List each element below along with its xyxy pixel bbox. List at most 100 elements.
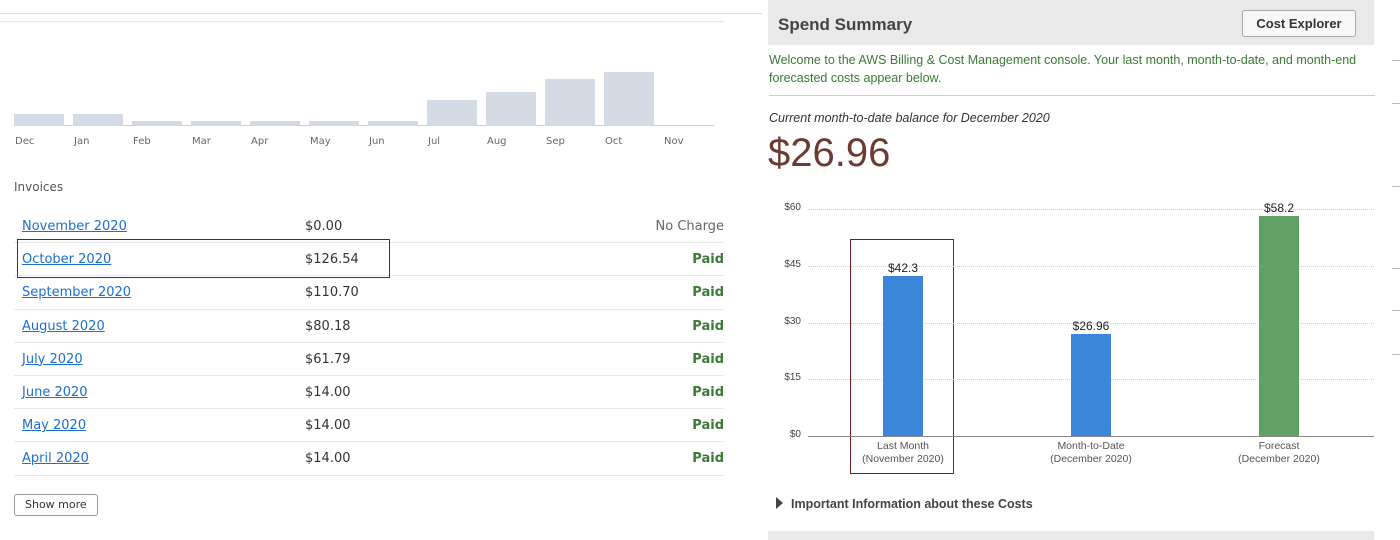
monthly-bar-label: Feb xyxy=(133,136,151,147)
next-section-header xyxy=(768,531,1374,540)
invoice-status: Paid xyxy=(692,252,724,268)
top-divider-secondary xyxy=(0,21,724,22)
category-label-line: Last Month xyxy=(877,440,929,452)
monthly-bar xyxy=(427,100,477,126)
invoice-row: September 2020 $110.70 Paid xyxy=(14,276,724,310)
invoice-month-link[interactable]: November 2020 xyxy=(22,219,127,234)
category-label-line: (December 2020) xyxy=(1050,453,1132,465)
monthly-bar-label: Sep xyxy=(546,136,565,147)
invoice-month-link[interactable]: June 2020 xyxy=(22,385,88,400)
monthly-bar-label: Dec xyxy=(15,136,35,147)
invoice-amount: $14.00 xyxy=(305,418,351,434)
invoice-status: No Charge xyxy=(655,219,724,234)
invoice-status: Paid xyxy=(692,418,724,434)
category-label: Forecast (December 2020) xyxy=(1209,440,1349,466)
invoice-row: October 2020 $126.54 Paid xyxy=(14,243,724,277)
edge-tick xyxy=(1392,60,1400,61)
monthly-bar-label: Jan xyxy=(74,136,90,147)
invoice-month-link[interactable]: July 2020 xyxy=(22,352,83,367)
category-label: Last Month (November 2020) xyxy=(833,440,973,466)
invoice-month-link[interactable]: August 2020 xyxy=(22,319,105,334)
bar-value-label: $58.2 xyxy=(1263,200,1295,215)
y-tick-label: $45 xyxy=(784,258,801,270)
monthly-bar xyxy=(604,72,654,126)
invoice-month-link[interactable]: October 2020 xyxy=(22,252,111,267)
invoice-row: August 2020 $80.18 Paid xyxy=(14,310,724,343)
welcome-divider xyxy=(769,95,1375,96)
monthly-bar-label: Nov xyxy=(664,136,684,147)
balance-value: $26.96 xyxy=(768,131,891,175)
invoice-row: November 2020 $0.00 No Charge xyxy=(14,210,724,244)
y-tick-label: $15 xyxy=(784,372,801,384)
spend-bar xyxy=(883,275,923,436)
monthly-bar xyxy=(309,121,359,126)
invoice-status: Paid xyxy=(692,384,724,400)
balance-label: Current month-to-date balance for Decemb… xyxy=(769,111,1050,125)
spend-summary-panel: Spend Summary Cost Explorer Welcome to t… xyxy=(768,0,1375,540)
monthly-bar xyxy=(250,121,300,126)
monthly-bar-label: Apr xyxy=(251,136,269,147)
edge-tick xyxy=(1392,310,1400,311)
invoice-status: Paid xyxy=(692,351,724,367)
left-panel: Dec Jan Feb Mar Apr May Jun Jul Aug Sep Oct Nov Inv… xyxy=(0,0,762,540)
invoice-amount: $61.79 xyxy=(305,351,351,367)
category-label: Month-to-Date (December 2020) xyxy=(1021,440,1161,466)
spend-summary-title: Spend Summary xyxy=(778,15,913,34)
monthly-bar-label: Mar xyxy=(192,136,211,147)
edge-tick xyxy=(1392,354,1400,355)
invoice-table: November 2020 $0.00 No Charge October 2020 $… xyxy=(14,210,724,476)
welcome-message: Welcome to the AWS Billing & Cost Manage… xyxy=(769,53,1357,85)
invoice-month-link[interactable]: April 2020 xyxy=(22,451,89,466)
bar-value-label: $26.96 xyxy=(1072,319,1110,333)
monthly-bar-label: May xyxy=(310,136,331,147)
invoice-row: April 2020 $14.00 Paid xyxy=(14,442,724,476)
category-label-line: (December 2020) xyxy=(1238,453,1320,465)
top-divider xyxy=(0,13,762,14)
y-tick-label: $0 xyxy=(789,429,801,440)
monthly-bar-label: Jun xyxy=(369,136,385,147)
spend-bar xyxy=(1071,334,1111,436)
invoice-amount: $14.00 xyxy=(305,384,351,400)
monthly-bar xyxy=(14,114,64,126)
edge-tick xyxy=(1392,268,1400,269)
monthly-bar xyxy=(132,121,182,126)
spend-summary-chart: $0 $15 $30 $45 $60 $42.3 Last Month (November 2… xyxy=(768,195,1374,475)
important-info-toggle[interactable]: Important Information about these Costs xyxy=(776,497,1033,511)
bar-value-label: $42.3 xyxy=(887,260,919,275)
monthly-bar xyxy=(486,92,536,126)
invoices-heading: Invoices xyxy=(14,180,64,194)
cost-explorer-button[interactable]: Cost Explorer xyxy=(1242,10,1356,37)
edge-tick xyxy=(1392,186,1400,187)
caret-right-icon xyxy=(776,497,783,509)
invoice-month-link[interactable]: May 2020 xyxy=(22,418,86,433)
invoice-amount: $126.54 xyxy=(305,252,359,268)
monthly-bar xyxy=(73,114,123,126)
invoice-amount: $110.70 xyxy=(305,285,359,301)
monthly-spend-chart: Dec Jan Feb Mar Apr May Jun Jul Aug Sep Oct Nov xyxy=(14,40,714,150)
invoice-amount: $80.18 xyxy=(305,318,351,334)
invoice-row: July 2020 $61.79 Paid xyxy=(14,343,724,376)
monthly-bar xyxy=(191,121,241,126)
invoice-row: June 2020 $14.00 Paid xyxy=(14,376,724,410)
show-more-button[interactable]: Show more xyxy=(14,494,98,516)
category-label-line: Month-to-Date xyxy=(1057,440,1125,452)
monthly-bar xyxy=(368,121,418,126)
invoice-amount: $0.00 xyxy=(305,219,343,234)
important-info-label: Important Information about these Costs xyxy=(791,497,1033,511)
y-tick-label: $30 xyxy=(784,315,801,327)
category-label-line: Forecast xyxy=(1258,440,1300,452)
monthly-bar-label: Aug xyxy=(487,136,507,147)
spend-bar xyxy=(1259,215,1299,436)
category-label-line: (November 2020) xyxy=(862,453,944,465)
edge-tick xyxy=(1392,103,1400,104)
spend-summary-header: Spend Summary Cost Explorer xyxy=(768,0,1374,45)
invoice-status: Paid xyxy=(692,318,724,334)
invoice-row: May 2020 $14.00 Paid xyxy=(14,409,724,443)
monthly-bar-label: Jul xyxy=(428,136,441,147)
invoice-month-link[interactable]: September 2020 xyxy=(22,285,131,300)
y-tick-label: $60 xyxy=(784,202,801,213)
monthly-bar-label: Oct xyxy=(605,136,623,147)
monthly-bar xyxy=(545,79,595,126)
invoice-amount: $14.00 xyxy=(305,451,351,467)
x-axis-line xyxy=(808,436,1374,437)
